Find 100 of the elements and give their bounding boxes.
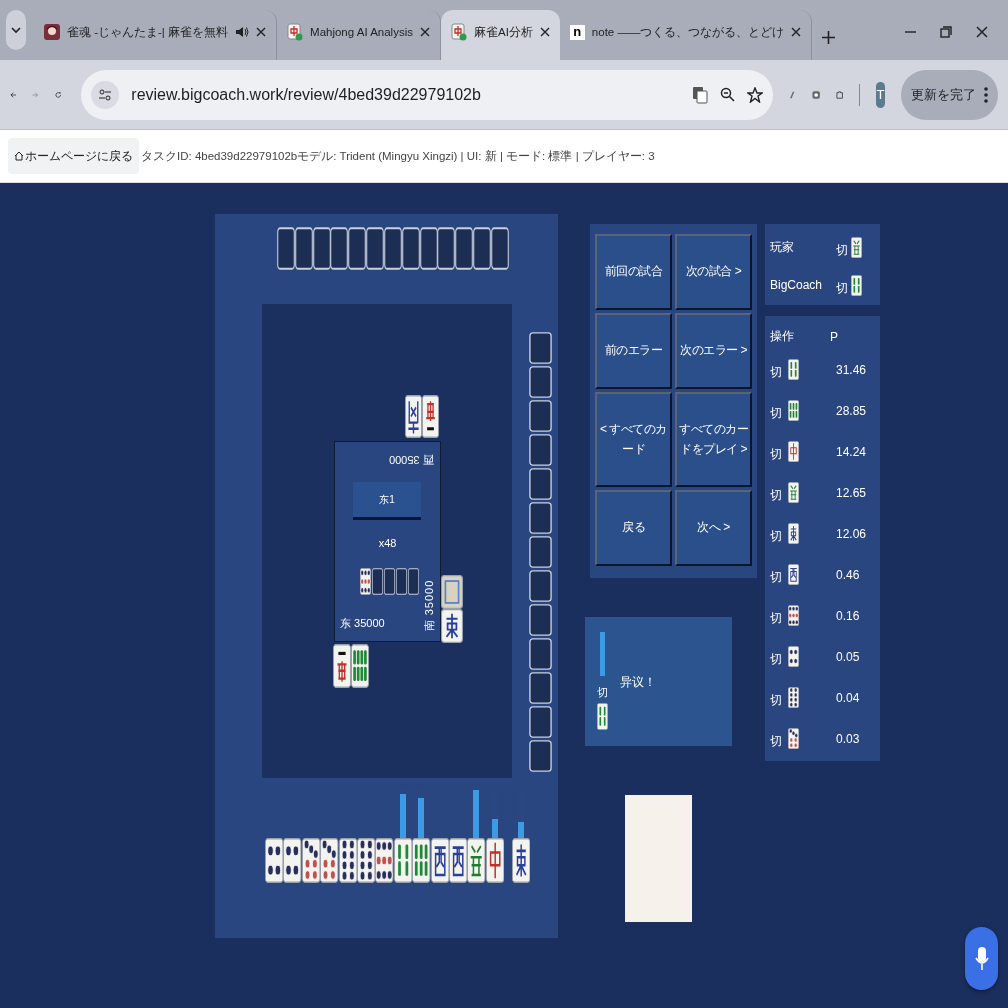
mahjong-tile-icon xyxy=(512,838,531,883)
home-button[interactable]: ホームページに戻る xyxy=(8,138,139,174)
speaker-icon[interactable] xyxy=(235,25,250,39)
sliders-icon xyxy=(98,87,113,102)
tab-title: Mahjong AI Analysis xyxy=(310,26,413,38)
nav-button[interactable]: 戻る xyxy=(595,490,672,566)
player-score: 东 35000 xyxy=(340,616,385,631)
mahjong-tile-icon xyxy=(356,838,376,883)
nav-button[interactable]: 次の試合 > xyxy=(675,234,752,310)
tile-back-icon xyxy=(396,568,407,595)
mahjong-tile-icon xyxy=(788,400,799,421)
profile-avatar[interactable]: T xyxy=(875,81,885,108)
tile-back-icon xyxy=(529,468,552,500)
nav-button[interactable]: 次のエラー > xyxy=(675,313,752,389)
close-icon[interactable] xyxy=(256,27,267,37)
mahjong-tile-icon xyxy=(301,838,321,883)
nav-button[interactable]: 前回の試合 xyxy=(595,234,672,310)
action-label: 切 xyxy=(770,651,782,668)
mahjong-tile-icon xyxy=(788,728,799,749)
star-icon[interactable] xyxy=(747,86,764,103)
update-button[interactable]: 更新を完了 xyxy=(901,69,998,120)
mahjong-tile-icon xyxy=(375,838,394,883)
mahjong-tile-icon xyxy=(788,564,799,585)
probability-value: 0.03 xyxy=(836,731,860,746)
action-label: 切 xyxy=(836,279,848,297)
probability-value: 28.85 xyxy=(836,403,867,418)
mahjong-tile-icon xyxy=(851,274,862,296)
tile-back-icon xyxy=(419,227,438,270)
mahjong-tile-icon xyxy=(393,838,413,883)
nav-button[interactable]: 次へ > xyxy=(675,490,752,566)
action-label: 切 xyxy=(770,692,782,709)
tile-back-icon xyxy=(372,568,383,595)
zoom-icon[interactable] xyxy=(720,87,736,102)
mahjong-tile-icon xyxy=(788,687,799,708)
mahjong-tile-icon xyxy=(788,359,799,380)
mahjong-tile-icon xyxy=(333,644,351,688)
tile-back-icon xyxy=(330,227,349,270)
column-header: 操作 xyxy=(770,328,795,345)
mahjong-tile-icon xyxy=(441,575,463,609)
tiles-remaining: x48 xyxy=(377,537,398,549)
chevron-down-icon xyxy=(11,26,21,34)
action-label: 切 xyxy=(770,569,782,586)
browser-tab[interactable]: 麻雀AI分析 xyxy=(440,10,560,60)
close-icon[interactable] xyxy=(791,27,802,37)
tile-back-icon xyxy=(366,227,385,270)
close-icon[interactable] xyxy=(976,26,988,38)
restore-icon[interactable] xyxy=(940,26,952,38)
tile-back-icon xyxy=(529,604,552,636)
character-favicon-icon xyxy=(44,24,60,40)
close-icon[interactable] xyxy=(419,27,430,37)
mahjong-tile-icon xyxy=(788,523,799,544)
mahjong-tile-icon xyxy=(283,838,302,883)
tile-back-icon xyxy=(529,502,552,534)
new-tab-icon[interactable] xyxy=(822,31,836,44)
tile-back-icon xyxy=(529,672,552,704)
mahjong-tile-icon xyxy=(441,609,463,643)
tab-title: 麻雀AI分析 xyxy=(473,24,533,40)
mahjong-tile-icon xyxy=(338,838,357,883)
probability-value: 0.04 xyxy=(836,690,860,705)
translate-icon[interactable] xyxy=(692,85,709,104)
tile-back-icon xyxy=(529,400,552,432)
mahjong-tile-icon xyxy=(448,838,468,883)
action-label: 切 xyxy=(770,446,782,463)
player-score: 南 35000 xyxy=(421,578,436,634)
tile-back-icon xyxy=(384,568,395,595)
nav-button[interactable]: 前のエラー xyxy=(595,313,672,389)
tile-back-icon xyxy=(383,227,402,270)
tile-back-icon xyxy=(529,740,552,772)
mahjong-tile-icon xyxy=(597,703,608,730)
mahjong-tile-icon xyxy=(412,838,431,883)
mahjong-tile-icon xyxy=(422,395,439,438)
mahjong-tile-icon xyxy=(788,605,799,626)
action-label: 切 xyxy=(770,487,782,504)
site-info-button[interactable] xyxy=(91,80,120,109)
mahjong-tile-icon xyxy=(405,395,422,438)
tab-search-button[interactable] xyxy=(6,10,26,50)
round-indicator: 东1 xyxy=(353,482,421,520)
tile-back-icon xyxy=(348,227,367,270)
tile-back-icon xyxy=(529,706,552,738)
mahjong-tile-icon xyxy=(485,838,505,883)
mahjong-tile-icon xyxy=(351,644,369,688)
nav-button[interactable]: < すべてのカード xyxy=(595,392,672,487)
action-label: 切 xyxy=(770,610,782,627)
tile-back-icon xyxy=(455,227,474,270)
microphone-button[interactable] xyxy=(965,927,998,990)
microphone-icon xyxy=(974,945,989,972)
tile-back-icon xyxy=(294,227,313,270)
player-score: 西 35000 xyxy=(389,453,434,467)
tile-back-icon xyxy=(529,434,552,466)
tile-back-icon xyxy=(312,227,331,270)
tile-back-icon xyxy=(437,227,456,270)
nav-button[interactable]: すべてのカードをプレイ > xyxy=(675,392,752,487)
mahjong-tile-icon xyxy=(467,838,486,883)
mahjong-tile-icon xyxy=(320,838,339,883)
home-icon xyxy=(14,151,24,161)
tile-back-icon xyxy=(529,638,552,670)
close-icon[interactable] xyxy=(539,27,550,37)
action-label: 切 xyxy=(597,685,608,700)
tile-back-icon xyxy=(408,568,419,595)
more-icon xyxy=(984,85,988,104)
